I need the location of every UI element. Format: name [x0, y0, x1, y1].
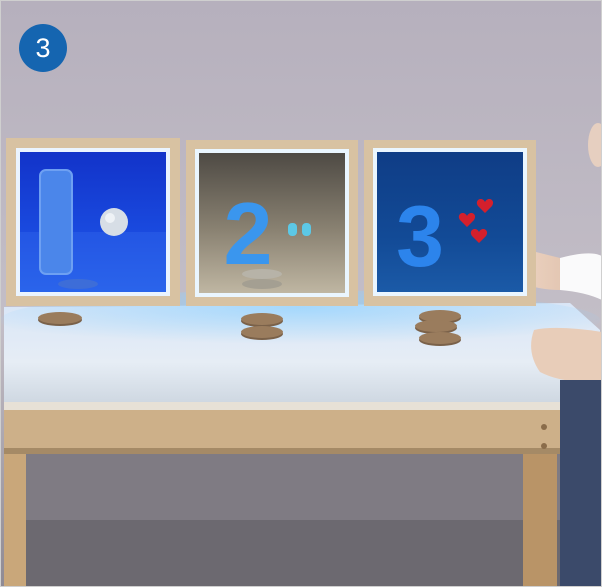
table-leg-right — [523, 454, 557, 587]
light-panel-one — [6, 138, 180, 306]
step-number-badge: 3 — [19, 24, 67, 72]
light-panel-three: 3 — [364, 140, 536, 306]
photo-scene: 2 3 3 — [0, 0, 602, 587]
svg-text:3: 3 — [396, 189, 444, 285]
table-leg-left — [4, 454, 26, 587]
photo-illustration: 2 3 — [0, 0, 602, 587]
light-panel-two: 2 — [186, 140, 358, 306]
svg-text:2: 2 — [224, 184, 273, 283]
